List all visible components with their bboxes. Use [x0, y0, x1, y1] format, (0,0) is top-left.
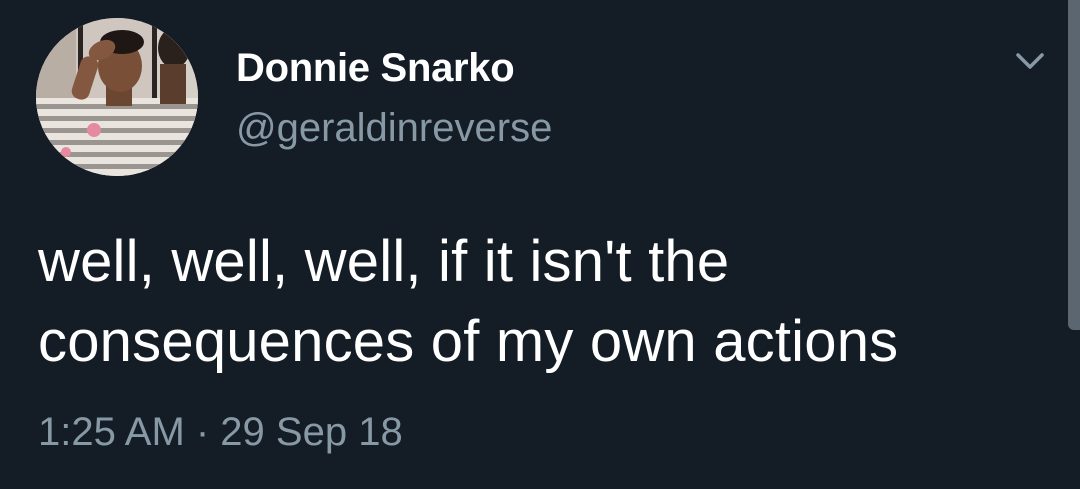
- tweet-text: well, well, well, if it isn't the conseq…: [38, 222, 1048, 382]
- tweet-card: Donnie Snarko @geraldinreverse well, wel…: [0, 0, 1080, 489]
- tweet-text-line: well, well, well, if it isn't the: [38, 229, 730, 294]
- display-name[interactable]: Donnie Snarko: [236, 46, 515, 91]
- avatar[interactable]: [36, 18, 198, 176]
- chevron-down-icon[interactable]: [1008, 46, 1052, 76]
- scrollbar[interactable]: [1068, 0, 1080, 330]
- avatar-photo: [36, 18, 198, 176]
- tweet-text-line: consequences of my own actions: [38, 309, 899, 374]
- tweet-timestamp: 1:25 AM · 29 Sep 18: [38, 410, 403, 454]
- user-handle[interactable]: @geraldinreverse: [236, 106, 552, 151]
